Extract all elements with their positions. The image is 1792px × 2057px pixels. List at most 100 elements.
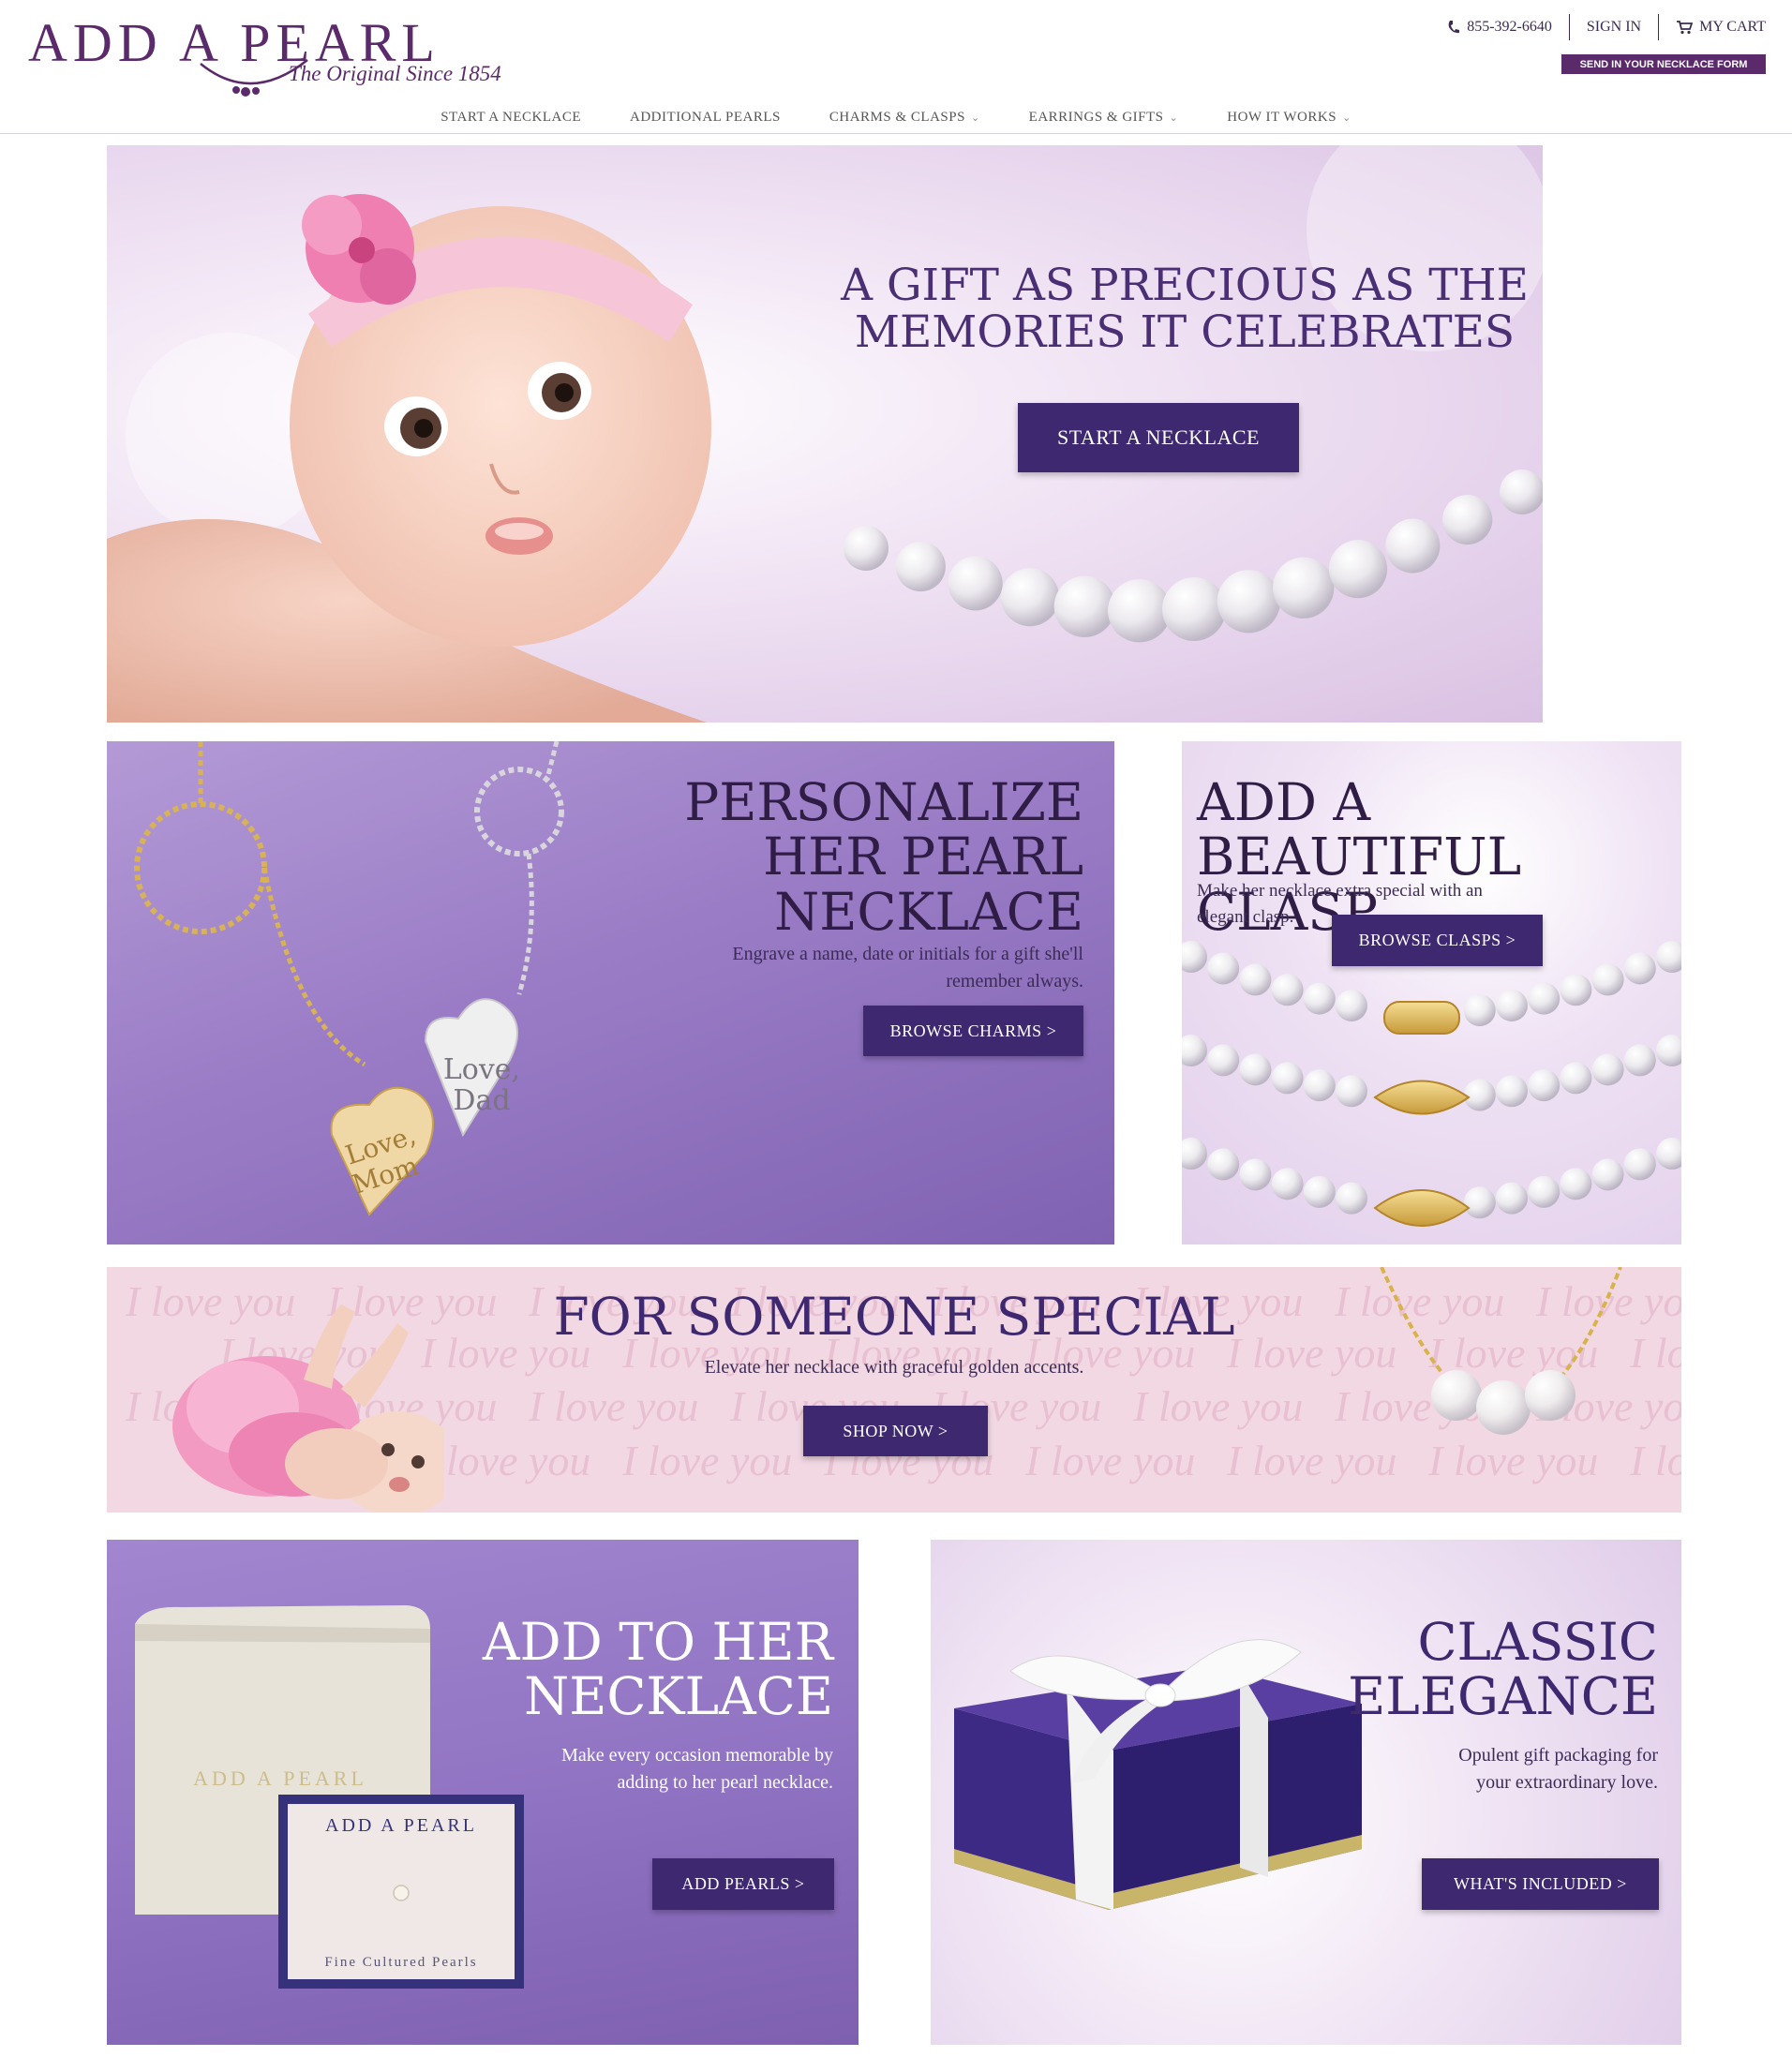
nav-item-label: CHARMS & CLASPS bbox=[829, 109, 965, 125]
caret-down-icon: ⌄ bbox=[970, 112, 980, 124]
phone-link[interactable]: 855-392-6640 bbox=[1430, 19, 1569, 36]
subtext-line: Make every occasion memorable by bbox=[561, 1745, 833, 1766]
pearl-bead bbox=[1496, 1182, 1528, 1215]
subtext-line: remember always. bbox=[946, 971, 1083, 991]
clasp-banner[interactable]: ADD A BEAUTIFUL CLASP Make her necklace … bbox=[1182, 741, 1681, 1245]
browse-clasps-button[interactable]: BROWSE CLASPS > bbox=[1332, 915, 1543, 966]
pearl-bead bbox=[1560, 974, 1592, 1006]
caret-down-icon: ⌄ bbox=[1169, 112, 1179, 124]
card-brand-text: ADD A PEARL bbox=[325, 1815, 477, 1836]
phone-number: 855-392-6640 bbox=[1467, 19, 1552, 35]
pearl-bead bbox=[895, 541, 946, 592]
hero-banner[interactable]: A GIFT AS PRECIOUS AS THE MEMORIES IT CE… bbox=[107, 145, 1543, 723]
subtext-line: adding to her pearl necklace. bbox=[617, 1772, 833, 1793]
nav-item-label: ADDITIONAL PEARLS bbox=[630, 109, 781, 125]
pearl-bead bbox=[1328, 540, 1388, 599]
add-pearls-button[interactable]: ADD PEARLS > bbox=[652, 1858, 834, 1910]
pearl-bead bbox=[1162, 577, 1226, 641]
brand-tagline: The Original Since 1854 bbox=[289, 62, 501, 85]
subtext-line: Make her necklace extra special with an bbox=[1197, 881, 1483, 901]
pearl-bead bbox=[1182, 941, 1207, 973]
caret-down-icon: ⌄ bbox=[1342, 112, 1351, 124]
classic-subtext: Opulent gift packaging for your extraord… bbox=[1259, 1742, 1658, 1796]
charm-necklaces-image: Love, Dad Love, Mom bbox=[134, 741, 564, 1216]
pearl-bead bbox=[844, 526, 889, 571]
pearl-bead bbox=[1303, 982, 1336, 1015]
pearl-bead bbox=[1442, 494, 1493, 545]
headline-line: MEMORIES IT CELEBRATES bbox=[854, 306, 1516, 358]
classic-elegance-banner[interactable]: CLASSIC ELEGANCE Opulent gift packaging … bbox=[931, 1540, 1681, 2045]
phone-icon bbox=[1448, 21, 1460, 34]
pearl-bead bbox=[1591, 1053, 1624, 1086]
pearl-bead bbox=[1207, 952, 1240, 985]
utility-bar: 855-392-6640 SIGN IN MY CART bbox=[1430, 14, 1766, 40]
pearl-bead bbox=[1656, 1035, 1681, 1066]
special-headline: FOR SOMEONE SPECIAL bbox=[553, 1287, 1235, 1347]
pearl-bead bbox=[1656, 941, 1681, 973]
pearl-bead bbox=[1623, 1148, 1656, 1181]
baby-tutu-photo bbox=[172, 1304, 444, 1513]
nav-item-additional-pearls[interactable]: ADDITIONAL PEARLS bbox=[630, 110, 781, 126]
hero-headline: A GIFT AS PRECIOUS AS THE MEMORIES IT CE… bbox=[829, 262, 1541, 356]
nav-item-start-a-necklace[interactable]: START A NECKLACE bbox=[441, 110, 581, 126]
charm-dad-line-2: Dad bbox=[453, 1084, 510, 1117]
personalize-banner[interactable]: Love, Dad Love, Mom PERSONALIZE HER PEAR… bbox=[107, 741, 1114, 1245]
add-to-her-necklace-banner[interactable]: ADD A PEARL ADD A PEARL Fine Cultured Pe… bbox=[107, 1540, 859, 2045]
someone-special-banner[interactable]: I love you I love you I love you I love you… bbox=[107, 1267, 1681, 1513]
pearl-bead bbox=[1336, 1182, 1367, 1215]
brand-logo[interactable]: ADD A PEARL The Original Since 1854 bbox=[28, 11, 515, 97]
pearl-bead bbox=[1560, 1062, 1592, 1095]
nav-item-label: START A NECKLACE bbox=[441, 109, 582, 125]
subtext-line: Opulent gift packaging for bbox=[1458, 1745, 1658, 1766]
pearl-bead bbox=[1500, 470, 1543, 514]
nav-item-charms-clasps[interactable]: CHARMS & CLASPS ⌄ bbox=[829, 110, 980, 126]
pearl-bead bbox=[1591, 963, 1624, 996]
headline-line: PERSONALIZE bbox=[684, 772, 1083, 832]
headline-line: CLASSIC bbox=[1417, 1612, 1658, 1672]
pearl-bead bbox=[1591, 1158, 1624, 1191]
pearl-bead bbox=[1207, 1044, 1240, 1077]
headline-line: NECKLACE bbox=[774, 881, 1083, 942]
pearl-bead bbox=[1463, 1186, 1496, 1219]
pearl-bead bbox=[1239, 963, 1272, 996]
pearl-bead bbox=[1239, 1158, 1272, 1191]
pearl-bead bbox=[1623, 1044, 1656, 1077]
pearl-bead bbox=[1496, 989, 1528, 1021]
cart-link[interactable]: MY CART bbox=[1659, 19, 1766, 36]
love-you-pattern-text: I love you bbox=[529, 1382, 699, 1430]
nav-item-earrings-gifts[interactable]: EARRINGS & GIFTS ⌄ bbox=[1029, 110, 1179, 126]
pearl-bead bbox=[1271, 1062, 1304, 1095]
pearl-bead bbox=[1000, 568, 1060, 627]
pearl-strand-image bbox=[844, 470, 1543, 643]
pearl-bead bbox=[1528, 1175, 1561, 1208]
headline-line: ADD TO HER bbox=[482, 1612, 833, 1672]
personalize-subtext: Engrave a name, date or initials for a g… bbox=[575, 941, 1083, 995]
main-nav: START A NECKLACE ADDITIONAL PEARLS CHARM… bbox=[0, 101, 1792, 134]
pearl-bead bbox=[1385, 518, 1441, 574]
pearl-bead bbox=[1496, 1075, 1528, 1108]
browse-charms-button[interactable]: BROWSE CHARMS > bbox=[863, 1006, 1083, 1056]
box-brand-text: ADD A PEARL bbox=[193, 1766, 367, 1790]
nav-item-label: HOW IT WORKS bbox=[1227, 109, 1337, 125]
whats-included-button[interactable]: WHAT'S INCLUDED > bbox=[1422, 1858, 1659, 1910]
shop-now-button[interactable]: SHOP NOW > bbox=[803, 1406, 988, 1456]
pearl-bead bbox=[948, 556, 1003, 611]
add-to-her-subtext: Make every occasion memorable by adding … bbox=[435, 1742, 833, 1796]
card-caption-text: Fine Cultured Pearls bbox=[324, 1955, 477, 1970]
love-you-pattern-text: I love you bbox=[1025, 1437, 1196, 1484]
charm-dad-line-1: Love, bbox=[443, 1053, 520, 1086]
send-necklace-form-button[interactable]: SEND IN YOUR NECKLACE FORM bbox=[1561, 54, 1766, 74]
classic-headline: CLASSIC ELEGANCE bbox=[1259, 1615, 1658, 1724]
headline-line: ELEGANCE bbox=[1348, 1666, 1658, 1727]
cart-label: MY CART bbox=[1699, 19, 1766, 35]
nav-item-how-it-works[interactable]: HOW IT WORKS ⌄ bbox=[1227, 110, 1351, 126]
pearl-bead bbox=[1623, 952, 1656, 985]
pearl-bead bbox=[1336, 989, 1367, 1021]
headline-line: ADD A BEAUTIFUL bbox=[1197, 772, 1522, 887]
sign-in-link[interactable]: SIGN IN bbox=[1570, 19, 1658, 36]
pearl-bead bbox=[1207, 1148, 1240, 1181]
pearl-bead bbox=[1182, 1035, 1207, 1066]
pearl-bead bbox=[1053, 575, 1115, 637]
nav-item-label: EARRINGS & GIFTS bbox=[1028, 109, 1164, 125]
headline-line: NECKLACE bbox=[524, 1666, 833, 1727]
